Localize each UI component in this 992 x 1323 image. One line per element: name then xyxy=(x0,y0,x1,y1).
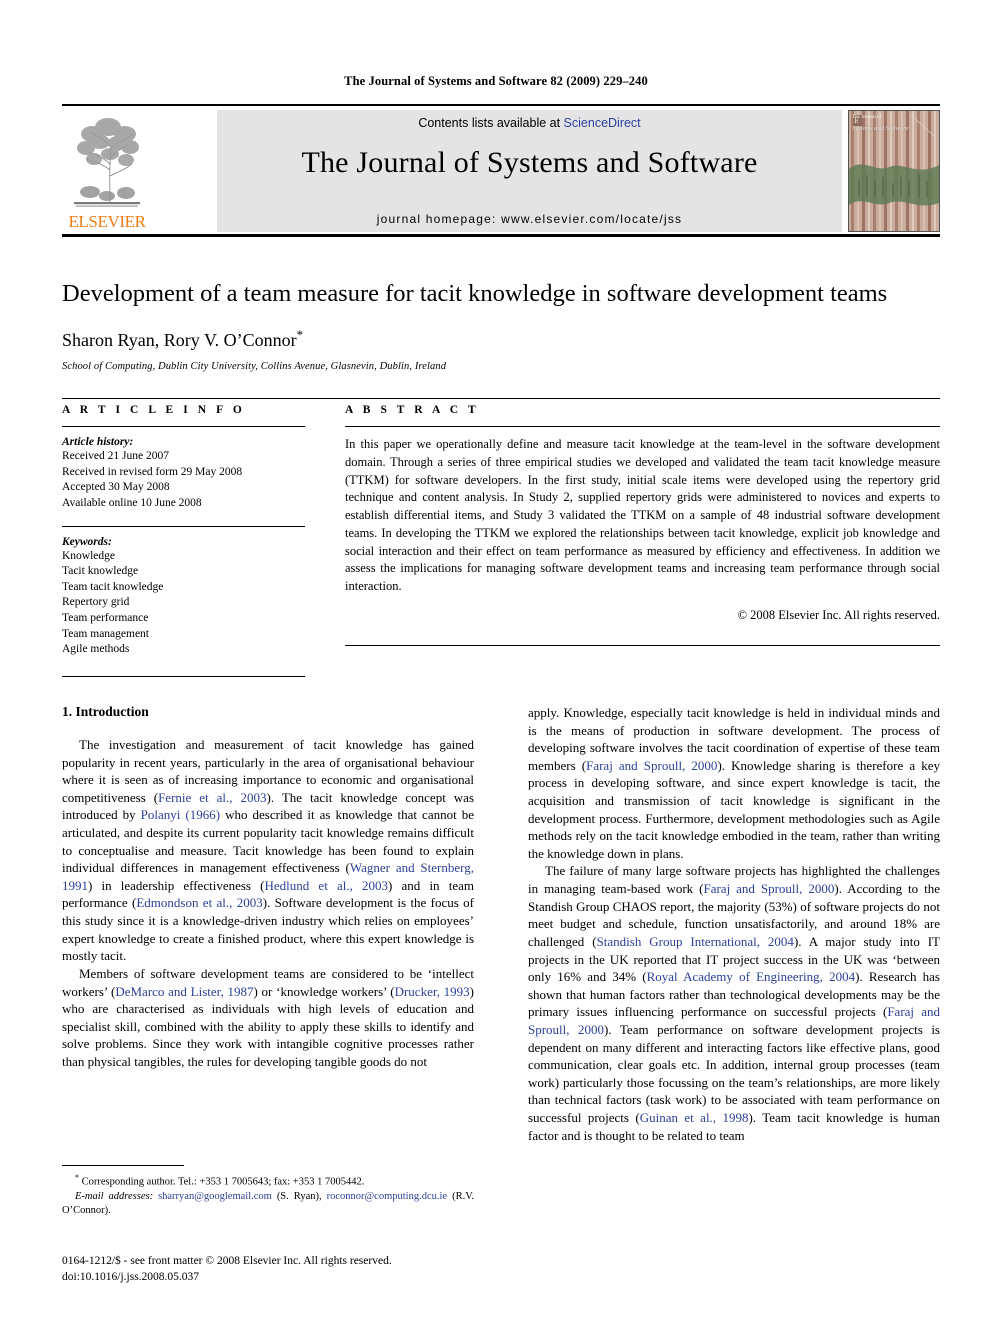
history-revised: Received in revised form 29 May 2008 xyxy=(62,465,243,478)
paragraph: The investigation and measurement of tac… xyxy=(62,736,474,965)
history-received: Received 21 June 2007 xyxy=(62,450,169,462)
copyright-line: © 2008 Elsevier Inc. All rights reserved… xyxy=(737,607,940,622)
abstract-text: In this paper we operationally define an… xyxy=(345,437,940,593)
history-online: Available online 10 June 2008 xyxy=(62,496,202,509)
article-info-bottom-rule xyxy=(62,675,305,677)
paragraph: The failure of many large software proje… xyxy=(528,862,940,1144)
section-heading-introduction: 1. Introduction xyxy=(62,704,149,719)
keyword-item: Knowledge xyxy=(62,549,116,562)
body-text: ) or ‘knowledge workers’ ( xyxy=(253,983,395,999)
title-block: Development of a team measure for tacit … xyxy=(62,280,940,372)
article-history-label: Article history: xyxy=(62,436,134,448)
contents-prefix: Contents lists available at xyxy=(418,116,564,130)
citation-link[interactable]: Hedlund et al., 2003 xyxy=(264,878,388,893)
email-note: E-mail addresses: sharryan@googlemail.co… xyxy=(62,1190,474,1219)
cover-title: Systems and Software xyxy=(852,125,909,132)
body-column-left: 1. Introduction The investigation and me… xyxy=(62,704,474,1071)
keyword-item: Team performance xyxy=(62,612,149,624)
sciencedirect-banner: Contents lists available at ScienceDirec… xyxy=(217,110,842,232)
abstract-bottom-rule xyxy=(345,644,940,646)
body-text: ). Knowledge sharing is therefore a key … xyxy=(528,757,940,861)
masthead-rule-bottom xyxy=(62,234,940,237)
abstract-heading: A B S T R A C T xyxy=(345,404,480,416)
imprint-block: 0164-1212/$ - see front matter © 2008 El… xyxy=(62,1253,562,1286)
running-head: The Journal of Systems and Software 82 (… xyxy=(344,74,648,88)
journal-masthead: ELSEVIER Contents lists available at Sci… xyxy=(62,104,940,237)
article-info-heading: A R T I C L E I N F O xyxy=(62,404,246,416)
journal-homepage-line[interactable]: journal homepage: www.elsevier.com/locat… xyxy=(217,212,842,226)
elsevier-logo: ELSEVIER xyxy=(64,110,150,232)
elsevier-tree-icon xyxy=(74,118,140,207)
footnote-rule xyxy=(62,1165,184,1166)
citation-link[interactable]: Polanyi (1966) xyxy=(141,807,220,822)
elsevier-wordmark: ELSEVIER xyxy=(68,212,146,231)
corresponding-author-marker: * xyxy=(296,326,304,342)
issn-copyright-line: 0164-1212/$ - see front matter © 2008 El… xyxy=(62,1255,392,1267)
affiliation: School of Computing, Dublin City Univers… xyxy=(62,360,447,372)
body-column-right: apply. Knowledge, especially tacit knowl… xyxy=(528,704,940,1144)
doi-line: doi:10.1016/j.jss.2008.05.037 xyxy=(62,1271,200,1284)
citation-link[interactable]: Faraj and Sproull, 2000 xyxy=(703,881,834,896)
paragraph: Members of software development teams ar… xyxy=(62,965,474,1071)
paragraph: apply. Knowledge, especially tacit knowl… xyxy=(528,704,940,862)
cover-small-label: The Journal of xyxy=(852,115,882,120)
history-accepted: Accepted 30 May 2008 xyxy=(62,481,170,494)
masthead-rule-top xyxy=(62,104,940,106)
keywords-label: Keywords: xyxy=(62,535,112,548)
keyword-item: Repertory grid xyxy=(62,596,130,609)
article-info-rule xyxy=(62,426,305,427)
keyword-item: Team management xyxy=(62,627,150,640)
email-link-2[interactable]: roconnor@computing.dcu.ie xyxy=(327,1191,447,1202)
corresponding-author-text: Corresponding author. Tel.: +353 1 70056… xyxy=(81,1176,365,1188)
info-abstract-top-rule xyxy=(62,398,940,399)
journal-title: The Journal of Systems and Software xyxy=(301,146,758,179)
keywords-block: Keywords: Knowledge Tacit knowledge Team… xyxy=(62,536,305,658)
author-names: Sharon Ryan, Rory V. O’Connor xyxy=(62,329,297,350)
abstract-rule xyxy=(345,426,940,427)
email-label: E-mail addresses: xyxy=(75,1190,154,1202)
contents-available-line: Contents lists available at ScienceDirec… xyxy=(217,116,842,130)
email-owner-1: (S. Ryan), xyxy=(276,1190,322,1202)
keyword-item: Agile methods xyxy=(62,643,130,656)
citation-link[interactable]: DeMarco and Lister, 1987 xyxy=(115,984,253,999)
article-info-column: A R T I C L E I N F O Article history: R… xyxy=(62,404,305,677)
citation-link[interactable]: Drucker, 1993 xyxy=(395,984,470,999)
citation-link[interactable]: Standish Group International, 2004 xyxy=(597,934,794,949)
journal-cover-thumbnail: E The Journal of Systems and Software xyxy=(848,110,940,232)
paper-page: The Journal of Systems and Software 82 (… xyxy=(0,0,992,1323)
keyword-item: Team tacit knowledge xyxy=(62,580,164,593)
footnote-star-icon: * xyxy=(75,1173,79,1182)
footnote-block: * Corresponding author. Tel.: +353 1 700… xyxy=(62,1165,474,1219)
abstract-column: A B S T R A C T In this paper we operati… xyxy=(345,404,940,646)
citation-link[interactable]: Edmondson et al., 2003 xyxy=(136,895,262,910)
email-link-1[interactable]: sharryan@googlemail.com xyxy=(158,1191,272,1202)
citation-link[interactable]: Royal Academy of Engineering, 2004 xyxy=(647,969,855,984)
citation-link[interactable]: Guinan et al., 1998 xyxy=(640,1110,749,1125)
sciencedirect-link[interactable]: ScienceDirect xyxy=(564,116,641,130)
citation-link[interactable]: Fernie et al., 2003 xyxy=(158,790,266,805)
keywords-rule xyxy=(62,525,305,527)
corresponding-author-note: * Corresponding author. Tel.: +353 1 700… xyxy=(62,1172,474,1190)
body-text: ) in leadership effectiveness ( xyxy=(88,877,265,893)
keyword-item: Tacit knowledge xyxy=(62,565,139,578)
author-list: Sharon Ryan, Rory V. O’Connor* xyxy=(62,327,940,351)
article-title: Development of a team measure for tacit … xyxy=(62,280,888,307)
citation-link[interactable]: Faraj and Sproull, 2000 xyxy=(586,758,717,773)
